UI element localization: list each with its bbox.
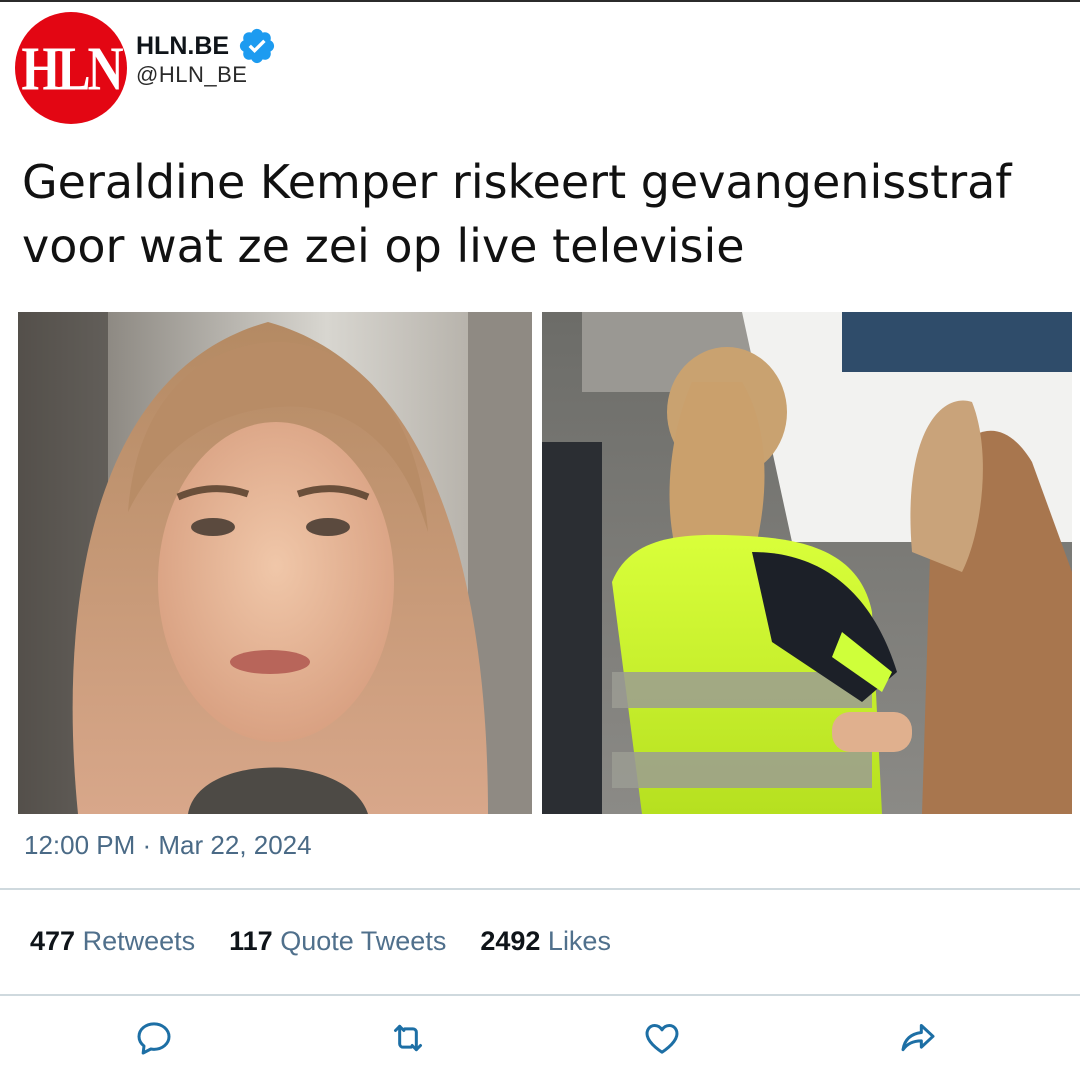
retweets-label: Retweets xyxy=(82,926,196,956)
avatar-logo-text: HLN xyxy=(21,33,123,103)
engagement-stats: 477 Retweets 117 Quote Tweets 2492 Likes xyxy=(30,926,611,957)
tweet-text-line-1: Geraldine Kemper riskeert gevangenisstra… xyxy=(22,155,1012,209)
likes-stat[interactable]: 2492 Likes xyxy=(480,926,611,957)
divider-bottom xyxy=(0,994,1080,996)
top-border xyxy=(0,0,1080,2)
display-name[interactable]: HLN.BE xyxy=(136,26,277,66)
avatar[interactable]: HLN xyxy=(15,12,127,124)
police-photo xyxy=(542,312,1072,814)
tweet-timestamp[interactable]: 12:00 PM · Mar 22, 2024 xyxy=(24,830,312,861)
portrait-photo xyxy=(18,312,532,814)
reply-icon xyxy=(137,1022,171,1055)
retweet-icon xyxy=(394,1024,422,1052)
share-icon xyxy=(901,1024,935,1052)
display-name-text: HLN.BE xyxy=(136,31,230,60)
quote-tweets-label: Quote Tweets xyxy=(280,926,447,956)
quote-tweets-stat[interactable]: 117 Quote Tweets xyxy=(229,926,446,957)
tweet-text: Geraldine Kemper riskeert gevangenisstra… xyxy=(22,150,1062,278)
verified-badge-icon xyxy=(239,28,275,64)
retweets-count: 477 xyxy=(30,926,76,956)
likes-label: Likes xyxy=(547,926,611,956)
share-button[interactable] xyxy=(894,1014,942,1062)
tweet-text-line-2: voor wat ze zei op live televisie xyxy=(22,219,745,273)
like-button[interactable] xyxy=(638,1014,686,1062)
heart-icon xyxy=(645,1024,679,1054)
retweets-stat[interactable]: 477 Retweets xyxy=(30,926,195,957)
media-image-left[interactable] xyxy=(18,312,532,814)
reply-button[interactable] xyxy=(130,1014,178,1062)
quote-tweets-count: 117 xyxy=(229,926,273,956)
handle[interactable]: @HLN_BE xyxy=(136,62,247,88)
likes-count: 2492 xyxy=(480,926,541,956)
divider-top xyxy=(0,888,1080,890)
media-image-right[interactable] xyxy=(542,312,1072,814)
retweet-button[interactable] xyxy=(384,1014,432,1062)
